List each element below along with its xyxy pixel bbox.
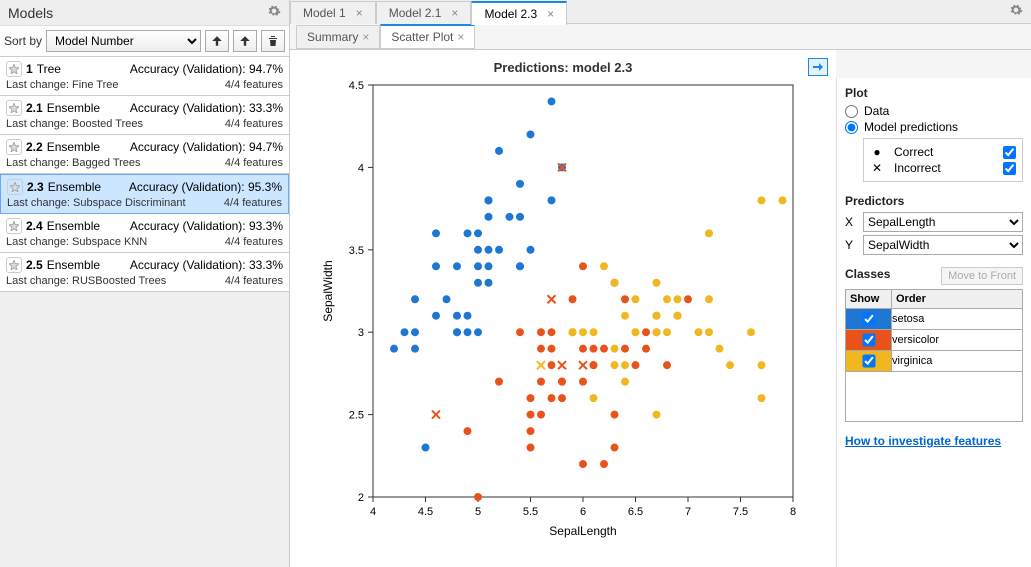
legend-correct-label: Correct [894, 145, 933, 159]
radio-data[interactable]: Data [845, 104, 1023, 118]
tab-model-2.3[interactable]: Model 2.3× [471, 1, 567, 25]
chart-title: Predictions: model 2.3 [298, 60, 828, 75]
class-row-virginica[interactable]: virginica [846, 351, 1023, 372]
sort-label: Sort by [4, 34, 42, 48]
svg-text:4.5: 4.5 [349, 80, 364, 92]
plot-area: Predictions: model 2.3 4 4.5 5 5.5 6 6.5 7 7.5 8… [290, 50, 836, 567]
classes-empty-area [845, 372, 1023, 422]
trash-button[interactable] [261, 30, 285, 52]
subtab-scatter-plot[interactable]: Scatter Plot× [380, 24, 475, 49]
svg-text:7.5: 7.5 [733, 506, 748, 518]
star-icon[interactable] [7, 179, 23, 195]
close-icon[interactable]: × [356, 6, 363, 20]
scatter-chart[interactable]: 4 4.5 5 5.5 6 6.5 7 7.5 8 2 2.5 3 3.5 4 4.5 SepalLength… [318, 75, 808, 545]
legend-incorrect-label: Incorrect [894, 161, 941, 175]
svg-text:6.5: 6.5 [628, 506, 643, 518]
model-item-1[interactable]: 1 Tree Accuracy (Validation): 94.7% Last… [0, 57, 289, 96]
svg-text:7: 7 [685, 506, 691, 518]
svg-text:5.5: 5.5 [523, 506, 538, 518]
svg-text:4: 4 [370, 506, 376, 518]
model-item-2.4[interactable]: 2.4 Ensemble Accuracy (Validation): 93.3… [0, 214, 289, 253]
svg-text:SepalWidth: SepalWidth [321, 260, 335, 321]
radio-model-predictions[interactable]: Model predictions [845, 120, 1023, 134]
svg-text:4: 4 [358, 162, 364, 174]
svg-text:5: 5 [475, 506, 481, 518]
correct-marker-icon: ● [870, 145, 884, 159]
plot-heading: Plot [845, 86, 1023, 100]
classes-heading: Classes [845, 267, 890, 281]
svg-text:2: 2 [358, 492, 364, 504]
class-row-setosa[interactable]: setosa [846, 309, 1023, 330]
svg-text:2.5: 2.5 [349, 410, 364, 422]
svg-text:4.5: 4.5 [418, 506, 433, 518]
content-row: Predictions: model 2.3 4 4.5 5 5.5 6 6.5 7 7.5 8… [290, 50, 1031, 567]
th-show: Show [846, 290, 892, 309]
star-icon[interactable] [6, 139, 22, 155]
sort-desc-button[interactable] [233, 30, 257, 52]
close-icon[interactable]: × [362, 30, 369, 44]
svg-text:3.5: 3.5 [349, 245, 364, 257]
close-icon[interactable]: × [547, 7, 554, 21]
gear-icon[interactable] [267, 4, 281, 21]
star-icon[interactable] [6, 100, 22, 116]
sort-select[interactable]: Model Number [46, 30, 201, 52]
close-icon[interactable]: × [451, 6, 458, 20]
star-icon[interactable] [6, 218, 22, 234]
model-item-2.5[interactable]: 2.5 Ensemble Accuracy (Validation): 33.3… [0, 253, 289, 292]
plot-options-panel: Plot Data Model predictions ● Correct ✕ … [836, 78, 1031, 567]
model-item-2.3[interactable]: 2.3 Ensemble Accuracy (Validation): 95.3… [0, 174, 289, 214]
class-checkbox[interactable] [862, 334, 875, 347]
tab-model-1[interactable]: Model 1× [290, 1, 376, 24]
class-checkbox[interactable] [862, 355, 875, 368]
subtab-summary[interactable]: Summary× [296, 25, 380, 49]
class-row-versicolor[interactable]: versicolor [846, 330, 1023, 351]
svg-text:6: 6 [580, 506, 586, 518]
model-list: 1 Tree Accuracy (Validation): 94.7% Last… [0, 57, 289, 567]
star-icon[interactable] [6, 257, 22, 273]
checkbox-correct[interactable] [1003, 146, 1016, 159]
incorrect-marker-icon: ✕ [870, 161, 884, 175]
models-title: Models [8, 5, 53, 21]
classes-table: Show Order setosaversicolorvirginica [845, 289, 1023, 372]
x-select[interactable]: SepalLength [863, 212, 1023, 232]
view-tabs: Summary×Scatter Plot× [290, 24, 1031, 50]
tabs-gear-icon[interactable] [1009, 3, 1023, 20]
help-link[interactable]: How to investigate features [845, 434, 1001, 448]
models-header: Models [0, 0, 289, 26]
model-tabs: Model 1×Model 2.1×Model 2.3× [290, 0, 1031, 24]
th-order: Order [892, 290, 1023, 309]
models-panel: Models Sort by Model Number 1 Tree Accur… [0, 0, 290, 567]
star-icon[interactable] [6, 61, 22, 77]
class-checkbox[interactable] [862, 313, 875, 326]
predictors-heading: Predictors [845, 194, 1023, 208]
model-item-2.2[interactable]: 2.2 Ensemble Accuracy (Validation): 94.7… [0, 135, 289, 174]
sort-asc-button[interactable] [205, 30, 229, 52]
legend-box: ● Correct ✕ Incorrect [863, 138, 1023, 182]
sort-row: Sort by Model Number [0, 26, 289, 57]
y-label: Y [845, 238, 857, 252]
svg-text:3: 3 [358, 327, 364, 339]
svg-text:SepalLength: SepalLength [549, 524, 616, 538]
svg-text:8: 8 [790, 506, 796, 518]
right-area: Model 1×Model 2.1×Model 2.3× Summary×Sca… [290, 0, 1031, 567]
model-item-2.1[interactable]: 2.1 Ensemble Accuracy (Validation): 33.3… [0, 96, 289, 135]
move-to-front-button[interactable]: Move to Front [941, 267, 1023, 285]
x-label: X [845, 215, 857, 229]
checkbox-incorrect[interactable] [1003, 162, 1016, 175]
y-select[interactable]: SepalWidth [863, 235, 1023, 255]
expand-plot-button[interactable] [808, 58, 828, 76]
tab-model-2.1[interactable]: Model 2.1× [376, 1, 472, 24]
close-icon[interactable]: × [457, 30, 464, 44]
